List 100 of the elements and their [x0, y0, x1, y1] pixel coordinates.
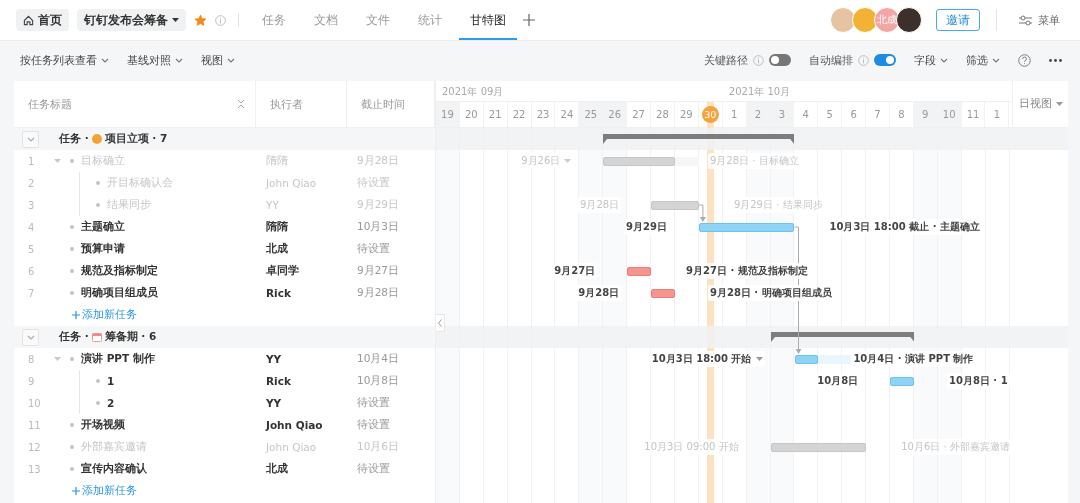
task-bar[interactable] — [627, 267, 652, 276]
bullet-icon — [70, 423, 74, 427]
toolbar-dropdown[interactable]: 字段 — [914, 52, 948, 68]
chevron-down-icon — [992, 57, 1000, 63]
bullet-icon — [70, 269, 74, 273]
bullet-icon — [96, 203, 100, 207]
day-label: 2 — [754, 109, 762, 120]
day-label: 21 — [488, 109, 502, 120]
avatar[interactable] — [896, 7, 922, 33]
info-icon[interactable] — [753, 54, 764, 66]
task-row[interactable]: 7 明确项目组成员 Rick 9月28日 — [14, 282, 435, 304]
task-bar[interactable] — [651, 289, 675, 298]
task-row[interactable]: 6 规范及指标制定 卓同学 9月27日 — [14, 260, 435, 282]
task-row[interactable]: 9 1 Rick 10月8日 — [14, 370, 435, 392]
collapse-all-icon[interactable] — [237, 99, 245, 109]
collapse-panel-handle[interactable] — [436, 314, 445, 332]
view-dropdown[interactable]: 按任务列表查看 — [20, 52, 109, 68]
task-title[interactable]: 预算申请 — [81, 242, 125, 256]
task-bar[interactable] — [794, 355, 819, 364]
start-date-label: 9月29日 — [624, 219, 669, 235]
bullet-icon — [96, 379, 100, 383]
row-number: 7 — [27, 287, 36, 299]
task-bar[interactable] — [890, 377, 914, 386]
row-number: 8 — [27, 353, 36, 365]
day-label: 4 — [802, 109, 809, 120]
task-bar[interactable] — [651, 201, 699, 210]
caret-icon — [54, 159, 61, 163]
info-icon[interactable] — [215, 14, 226, 26]
day-label: 8 — [898, 109, 905, 120]
task-title[interactable]: 1 — [107, 375, 115, 387]
chevron-left-icon — [438, 319, 442, 327]
day-label: 27 — [632, 109, 645, 120]
help-icon[interactable] — [1018, 53, 1031, 67]
bullet-icon — [70, 159, 74, 163]
day-label: 24 — [560, 109, 574, 120]
view-dropdown[interactable]: 视图 — [201, 52, 235, 68]
add-icon[interactable] — [523, 14, 535, 26]
day-label: 26 — [608, 109, 622, 120]
bullet-icon — [96, 401, 100, 405]
task-row[interactable]: 8 演讲 PPT 制作 YY 10月4日 — [14, 348, 435, 370]
assignee-cell-text: 隋隋 — [265, 220, 289, 234]
row-number: 11 — [27, 419, 42, 431]
day-label: 1 — [730, 109, 738, 120]
home-button[interactable]: 首页 — [16, 9, 69, 31]
task-bar[interactable] — [603, 157, 675, 166]
end-date-label: 10月4日 · 演讲 PPT 制作 — [851, 351, 976, 367]
task-title[interactable]: 宣传内容确认 — [81, 462, 147, 476]
task-row[interactable]: 5 预算申请 北成 待设置 — [14, 238, 435, 260]
due-date-cell-text: 10月8日 — [356, 374, 401, 388]
toggle-switch[interactable] — [769, 54, 791, 66]
day-label: 1 — [993, 109, 1001, 120]
task-bar[interactable] — [770, 443, 867, 452]
task-title[interactable]: 明确项目组成员 — [81, 286, 158, 300]
collapse-button[interactable] — [22, 130, 39, 148]
task-title[interactable]: 2 — [107, 397, 115, 409]
more-icon[interactable] — [1049, 58, 1062, 62]
end-date-label: 9月28日 · 明确项目组成员 — [708, 285, 834, 301]
task-title[interactable]: 规范及指标制定 — [81, 264, 158, 278]
group-prefix: 任务 · — [59, 132, 89, 146]
task-bar[interactable] — [698, 223, 795, 232]
caret-icon — [1055, 101, 1063, 106]
due-date-cell-text: 9月27日 — [356, 264, 401, 278]
tab[interactable]: 甘特图 — [459, 0, 517, 40]
row-number: 5 — [27, 243, 36, 255]
task-row[interactable]: 4 主题确立 隋隋 10月3日 — [14, 216, 435, 238]
view-mode-dropdown[interactable]: 日视图 — [1012, 81, 1068, 126]
task-row[interactable]: 13 宣传内容确认 北成 待设置 — [14, 458, 435, 480]
switch-label: 自动编排 — [809, 52, 853, 68]
row-number: 13 — [27, 463, 42, 475]
day-label: 6 — [850, 109, 857, 120]
day-label: 19 — [441, 109, 454, 120]
bullet-icon — [70, 445, 74, 449]
today-marker: 30 — [701, 106, 719, 123]
chevron-down-icon — [227, 57, 235, 63]
assignee-cell-text: YY — [265, 397, 283, 409]
group-title: 筹备期 · 6 — [104, 330, 157, 344]
toolbar-dropdown[interactable]: 筛选 — [966, 52, 1000, 68]
row-number: 12 — [27, 441, 42, 453]
dependency-arrow — [698, 204, 706, 222]
bullet-icon — [70, 225, 74, 229]
day-label: 29 — [680, 109, 693, 120]
invite-button[interactable]: 邀请 — [936, 9, 980, 31]
day-label: 5 — [826, 109, 833, 120]
task-title[interactable]: 演讲 PPT 制作 — [81, 352, 155, 366]
group-title: 项目立项 · 7 — [104, 132, 168, 146]
view-dropdown[interactable]: 基线对照 — [127, 52, 183, 68]
column-header: 截止时间 — [347, 81, 435, 127]
task-title[interactable]: 开场视频 — [81, 418, 125, 432]
info-icon[interactable] — [858, 54, 869, 66]
task-row[interactable]: 10 2 YY 待设置 — [14, 392, 435, 414]
toggle-switch[interactable] — [874, 54, 896, 66]
project-dropdown[interactable]: 钉钉发布会筹备 — [77, 9, 186, 31]
collapse-button[interactable] — [22, 328, 39, 346]
assignee-cell-text: John Qiao — [264, 441, 318, 453]
sliders-icon — [1019, 14, 1032, 26]
menu-button[interactable]: 菜单 — [1013, 11, 1066, 29]
task-row[interactable]: 11 开场视频 John Qiao 待设置 — [14, 414, 435, 436]
star-icon[interactable] — [194, 13, 207, 27]
row-number: 6 — [27, 265, 36, 277]
task-title[interactable]: 主题确立 — [81, 220, 125, 234]
